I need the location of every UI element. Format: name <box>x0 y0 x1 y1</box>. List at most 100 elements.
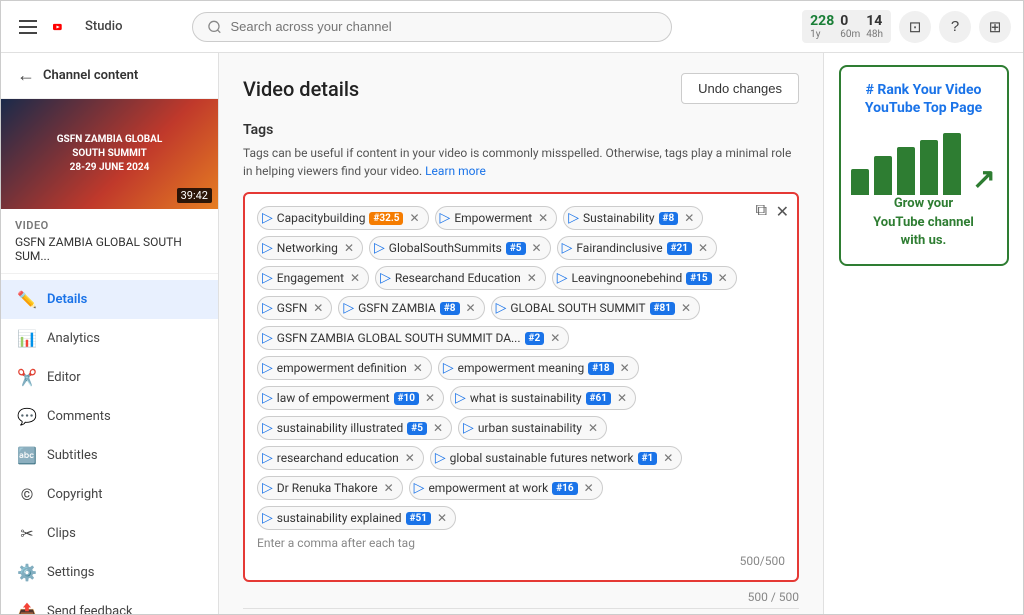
nav-label: Comments <box>47 409 111 424</box>
tag[interactable]: ▷Sustainability#8✕ <box>563 206 703 230</box>
tag-remove[interactable]: ✕ <box>617 391 627 405</box>
add-icon-btn[interactable]: ⊞ <box>979 11 1011 43</box>
tag-remove[interactable]: ✕ <box>350 271 360 285</box>
sidebar-item-copyright[interactable]: ©Copyright <box>1 475 218 514</box>
video-duration: 39:42 <box>177 188 212 203</box>
tag[interactable]: ▷Empowerment✕ <box>435 206 558 230</box>
tag-label: GSFN ZAMBIA GLOBAL SOUTH SUMMIT DA... <box>277 331 521 345</box>
nav-icon: ✏️ <box>17 290 37 309</box>
tag[interactable]: ▷GSFN✕ <box>257 296 332 320</box>
nav-label: Details <box>47 292 87 307</box>
tag-remove[interactable]: ✕ <box>538 211 548 225</box>
main-content: Video details Undo changes Tags Tags can… <box>219 53 823 614</box>
tag-label: GSFN ZAMBIA <box>358 301 436 315</box>
sidebar-title: Channel content <box>43 68 138 83</box>
tag-input-hint: Enter a comma after each tag <box>257 536 415 550</box>
help-icon-btn[interactable]: ? <box>939 11 971 43</box>
tag-icon: ▷ <box>262 270 273 286</box>
sidebar-item-send-feedback[interactable]: 📤Send feedback <box>1 592 218 614</box>
tag-remove[interactable]: ✕ <box>425 391 435 405</box>
tag-remove[interactable]: ✕ <box>409 211 419 225</box>
tag-remove[interactable]: ✕ <box>620 361 630 375</box>
hamburger-menu[interactable] <box>13 14 43 40</box>
sidebar-item-settings[interactable]: ⚙️Settings <box>1 553 218 592</box>
tag-remove[interactable]: ✕ <box>413 361 423 375</box>
tag[interactable]: ▷empowerment at work#16✕ <box>409 476 603 500</box>
nav-label: Analytics <box>47 331 100 346</box>
tag[interactable]: ▷ Engagement ✕ <box>257 266 369 290</box>
tag-remove[interactable]: ✕ <box>550 331 560 345</box>
tag-remove[interactable]: ✕ <box>433 421 443 435</box>
sidebar-item-comments[interactable]: 💬Comments <box>1 397 218 436</box>
tag[interactable]: ▷GSFN ZAMBIA#8✕ <box>338 296 484 320</box>
tags-row: ▷Capacitybuilding#32.5✕▷Empowerment✕▷Sus… <box>257 206 785 230</box>
tag-label: GSFN <box>277 301 308 315</box>
tag-badge: #15 <box>686 272 711 285</box>
tag-remove[interactable]: ✕ <box>344 241 354 255</box>
tag-label: researchand education <box>277 451 399 465</box>
stat1-label: 1y <box>810 29 834 40</box>
tag-icon: ▷ <box>443 360 454 376</box>
tag-remove[interactable]: ✕ <box>588 421 598 435</box>
tag-badge: #8 <box>440 302 460 315</box>
tag-remove[interactable]: ✕ <box>384 481 394 495</box>
sidebar-item-subtitles[interactable]: 🔤Subtitles <box>1 436 218 475</box>
tag[interactable]: ▷empowerment definition✕ <box>257 356 432 380</box>
back-button[interactable]: ← <box>17 65 35 86</box>
tag[interactable]: ▷Networking✕ <box>257 236 363 260</box>
tag-icon: ▷ <box>562 240 573 256</box>
tag[interactable]: ▷Dr Renuka Thakore✕ <box>257 476 403 500</box>
tag-remove[interactable]: ✕ <box>466 301 476 315</box>
youtube-logo[interactable]: Studio <box>53 17 122 37</box>
tag-remove[interactable]: ✕ <box>681 301 691 315</box>
total-count: 500 / 500 <box>243 590 799 604</box>
tag[interactable]: ▷what is sustainability#61✕ <box>450 386 636 410</box>
sidebar-item-clips[interactable]: ✂Clips <box>1 514 218 553</box>
tag[interactable]: ▷sustainability illustrated#5✕ <box>257 416 452 440</box>
sidebar-item-analytics[interactable]: 📊Analytics <box>1 319 218 358</box>
tag-icon: ▷ <box>568 210 579 226</box>
tag-badge: #21 <box>667 242 692 255</box>
sidebar-header: ← Channel content <box>1 53 218 99</box>
tag[interactable]: ▷empowerment meaning#18✕ <box>438 356 639 380</box>
tag-remove[interactable]: ✕ <box>313 301 323 315</box>
sidebar-item-editor[interactable]: ✂️Editor <box>1 358 218 397</box>
tags-row: ▷sustainability explained#51✕ <box>257 506 785 530</box>
search-input[interactable] <box>231 19 658 34</box>
tag[interactable]: ▷law of empowerment#10✕ <box>257 386 444 410</box>
tag-remove[interactable]: ✕ <box>698 241 708 255</box>
tag-badge: #5 <box>407 422 427 435</box>
copy-icon-btn[interactable]: ⧉ <box>756 202 767 220</box>
tag[interactable]: ▷Researchand Education✕ <box>375 266 546 290</box>
tag-remove[interactable]: ✕ <box>437 511 447 525</box>
tag[interactable]: ▷Leavingnoonebehind#15✕ <box>552 266 737 290</box>
tag-label: Engagement <box>277 271 344 285</box>
tag[interactable]: ▷GSFN ZAMBIA GLOBAL SOUTH SUMMIT DA...#2… <box>257 326 569 350</box>
tag[interactable]: ▷researchand education✕ <box>257 446 424 470</box>
undo-button[interactable]: Undo changes <box>681 73 799 104</box>
close-icon-btn[interactable]: ✕ <box>776 202 789 222</box>
tag-icon: ▷ <box>557 270 568 286</box>
tag[interactable]: ▷sustainability explained#51✕ <box>257 506 456 530</box>
nav-icon: ✂ <box>17 524 37 543</box>
tag-icon: ▷ <box>380 270 391 286</box>
learn-more-link[interactable]: Learn more <box>425 164 486 178</box>
tag[interactable]: ▷Fairandinclusive#21✕ <box>557 236 717 260</box>
tag[interactable]: ▷Capacitybuilding#32.5✕ <box>257 206 429 230</box>
tag-remove[interactable]: ✕ <box>527 271 537 285</box>
tag-remove[interactable]: ✕ <box>405 451 415 465</box>
tag-remove[interactable]: ✕ <box>532 241 542 255</box>
tag-remove[interactable]: ✕ <box>718 271 728 285</box>
tag-remove[interactable]: ✕ <box>663 451 673 465</box>
tag-remove[interactable]: ✕ <box>684 211 694 225</box>
tag[interactable]: ▷GlobalSouthSummits#5✕ <box>369 236 551 260</box>
tag-remove[interactable]: ✕ <box>584 481 594 495</box>
tag[interactable]: ▷urban sustainability✕ <box>458 416 607 440</box>
tag[interactable]: ▷GLOBAL SOUTH SUMMIT#81✕ <box>491 296 700 320</box>
tag[interactable]: ▷global sustainable futures network#1✕ <box>430 446 682 470</box>
tag-badge: #51 <box>406 512 431 525</box>
tag-badge: #32.5 <box>369 212 403 225</box>
sidebar-item-details[interactable]: ✏️ Details <box>1 280 218 319</box>
subtitles-icon-btn[interactable]: ⊡ <box>899 11 931 43</box>
page-header: Video details Undo changes <box>243 73 799 104</box>
